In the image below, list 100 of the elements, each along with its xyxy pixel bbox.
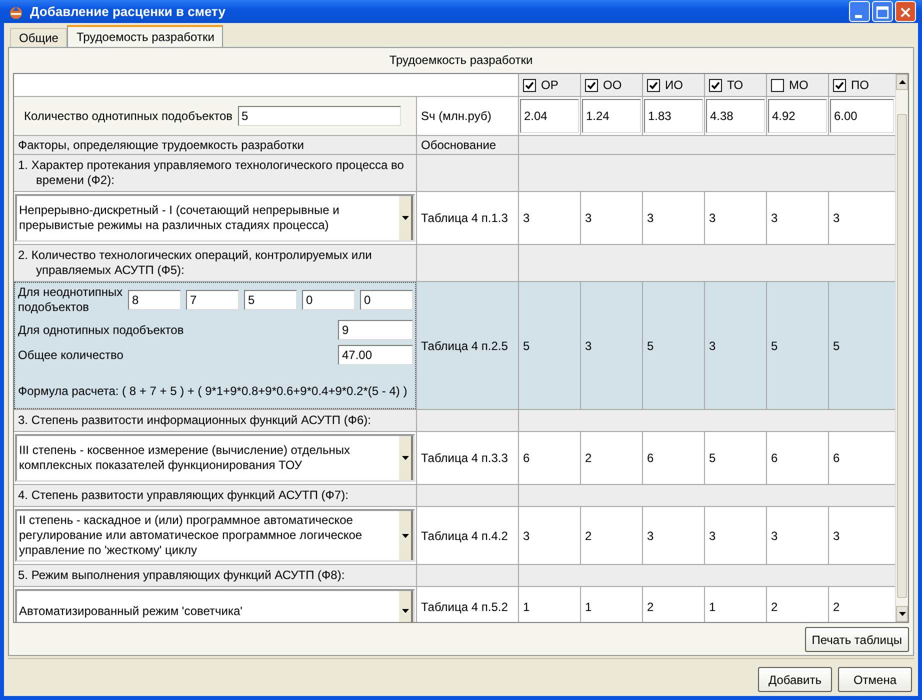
table-cell: 6 [767, 432, 828, 484]
column-label: ОР [541, 78, 558, 92]
minimize-button[interactable] [849, 1, 870, 22]
table-cell: 1 [519, 587, 580, 622]
dropdown-button[interactable] [398, 436, 413, 480]
table-cell: Обоснование [417, 136, 518, 154]
tab[interactable]: Общие [10, 28, 68, 47]
table-cell: Таблица 4 п.5.2 [417, 587, 518, 622]
table-cell: 3 [705, 192, 766, 244]
maximize-button[interactable] [872, 1, 893, 22]
column-label: ПО [851, 78, 869, 92]
table-cell: 6 [643, 432, 704, 484]
table-cell: 3 [581, 192, 642, 244]
caret-icon [402, 534, 408, 538]
dropdown[interactable]: Автоматизированный режим 'советчика' [15, 589, 415, 622]
total-field[interactable]: 47.00 [338, 345, 413, 365]
table-cell: 3 [829, 507, 895, 564]
table-cell: 2 [581, 507, 642, 564]
table-cell: 3 [767, 507, 828, 564]
checkbox[interactable] [833, 78, 846, 92]
cost-field[interactable]: 4.38 [706, 99, 765, 133]
table-cell: Таблица 4 п.1.3 [417, 192, 518, 244]
dropdown[interactable]: III степень - косвенное измерение (вычисление) отдельных комплексных показателей функционирования ТОУ [15, 434, 415, 482]
table-cell: 5 [829, 282, 895, 409]
quantity-field[interactable]: 9 [338, 320, 413, 340]
column-label: МО [789, 78, 808, 92]
check-icon [711, 80, 720, 90]
table-cell: 6 [829, 432, 895, 484]
dropdown[interactable]: Непрерывно-дискретный - I (сочетающий непрерывные и прерывистые режимы на различных стадиях процесса) [15, 194, 415, 242]
dialog-button[interactable]: Добавить [758, 667, 832, 692]
count-field[interactable]: 5 [238, 106, 401, 126]
table-cell: Таблица 4 п.3.3 [417, 432, 518, 484]
table-cell: 2 [643, 587, 704, 622]
cost-field[interactable]: 2.04 [520, 99, 579, 133]
cost-field[interactable]: 4.92 [768, 99, 827, 133]
factor-title: 5. Режим выполнения управляющих функций АСУТП (Ф8): [14, 565, 416, 586]
table-cell: 6 [519, 432, 580, 484]
table-cell: 3 [643, 192, 704, 244]
up-arrow-icon [898, 80, 906, 84]
checkbox[interactable] [523, 78, 536, 92]
scroll-up-button[interactable] [896, 74, 908, 90]
cost-field[interactable]: 1.24 [582, 99, 641, 133]
table-cell: 3 [519, 507, 580, 564]
dropdown[interactable]: II степень - каскадное и (или) программное автоматическое регулирование или автоматическое программное логическое управление по 'жесткому' циклу [15, 509, 415, 562]
caret-icon [402, 456, 408, 460]
field-label: Общее количество [18, 348, 124, 362]
table-cell: 3 [705, 282, 766, 409]
table-cell: 3 [643, 507, 704, 564]
app-icon [8, 4, 24, 20]
formula-text: Формула расчета: ( 8 + 7 + 5 ) + ( 9*1+9*0.8+9*0.6+9*0.4+9*0.2*(5 - 4) ) [18, 384, 408, 399]
column-label: ИО [665, 78, 683, 92]
table-cell: 5 [643, 282, 704, 409]
table-cell: Таблица 4 п.4.2 [417, 507, 518, 564]
cost-field[interactable]: 1.83 [644, 99, 703, 133]
cost-field[interactable]: 6.00 [830, 99, 894, 133]
table-cell: 2 [767, 587, 828, 622]
table-cell: 3 [581, 282, 642, 409]
checkbox[interactable] [771, 78, 784, 92]
table-cell: Таблица 4 п.2.5 [417, 282, 518, 409]
table-cell: 3 [705, 507, 766, 564]
count-label: Количество однотипных подобъектов [24, 109, 233, 123]
table-cell: 3 [829, 192, 895, 244]
minimize-icon [855, 15, 862, 18]
check-icon [835, 80, 844, 90]
check-icon [649, 80, 658, 90]
down-arrow-icon [898, 612, 906, 616]
print-button[interactable]: Печать таблицы [804, 627, 909, 652]
checkbox[interactable] [585, 78, 598, 92]
caret-icon [402, 216, 408, 220]
table-cell: 3 [519, 192, 580, 244]
table-cell: 3 [767, 192, 828, 244]
quantity-field[interactable]: 8 [128, 290, 181, 310]
table-cell: Sч (млн.руб) [417, 97, 518, 135]
factor-title: 3. Степень развитости информационных функций АСУТП (Ф6): [14, 410, 416, 431]
field-label: Для неоднотипных подобъектов [18, 285, 123, 315]
quantity-field[interactable]: 7 [186, 290, 239, 310]
quantity-field[interactable]: 0 [360, 290, 413, 310]
check-icon [525, 80, 534, 90]
dropdown-button[interactable] [398, 196, 413, 240]
factor-title: 2. Количество технологических операций, контролируемых или управляемых АСУТП (Ф5): [14, 245, 416, 281]
dialog-button[interactable]: Отмена [838, 667, 912, 692]
table-cell: 5 [767, 282, 828, 409]
checkbox[interactable] [647, 78, 660, 92]
check-icon [587, 80, 596, 90]
field-label: Для однотипных подобъектов [18, 323, 184, 337]
column-label: ТО [727, 78, 744, 92]
scroll-down-button[interactable] [896, 606, 908, 622]
scroll-thumb[interactable] [897, 114, 907, 598]
window-title: Добавление расценки в смету [30, 4, 226, 19]
quantity-field[interactable]: 5 [244, 290, 297, 310]
vertical-scrollbar[interactable] [895, 74, 908, 622]
table-cell: 1 [705, 587, 766, 622]
dropdown-button[interactable] [398, 591, 413, 622]
tab[interactable]: Трудоемость разработки [67, 25, 224, 47]
close-button[interactable] [895, 1, 916, 22]
quantity-field[interactable]: 0 [302, 290, 355, 310]
table-cell: 5 [705, 432, 766, 484]
checkbox[interactable] [709, 78, 722, 92]
factor-title: 1. Характер протекания управляемого технологического процесса во времени (Ф2): [14, 155, 416, 191]
table-cell: 2 [581, 432, 642, 484]
